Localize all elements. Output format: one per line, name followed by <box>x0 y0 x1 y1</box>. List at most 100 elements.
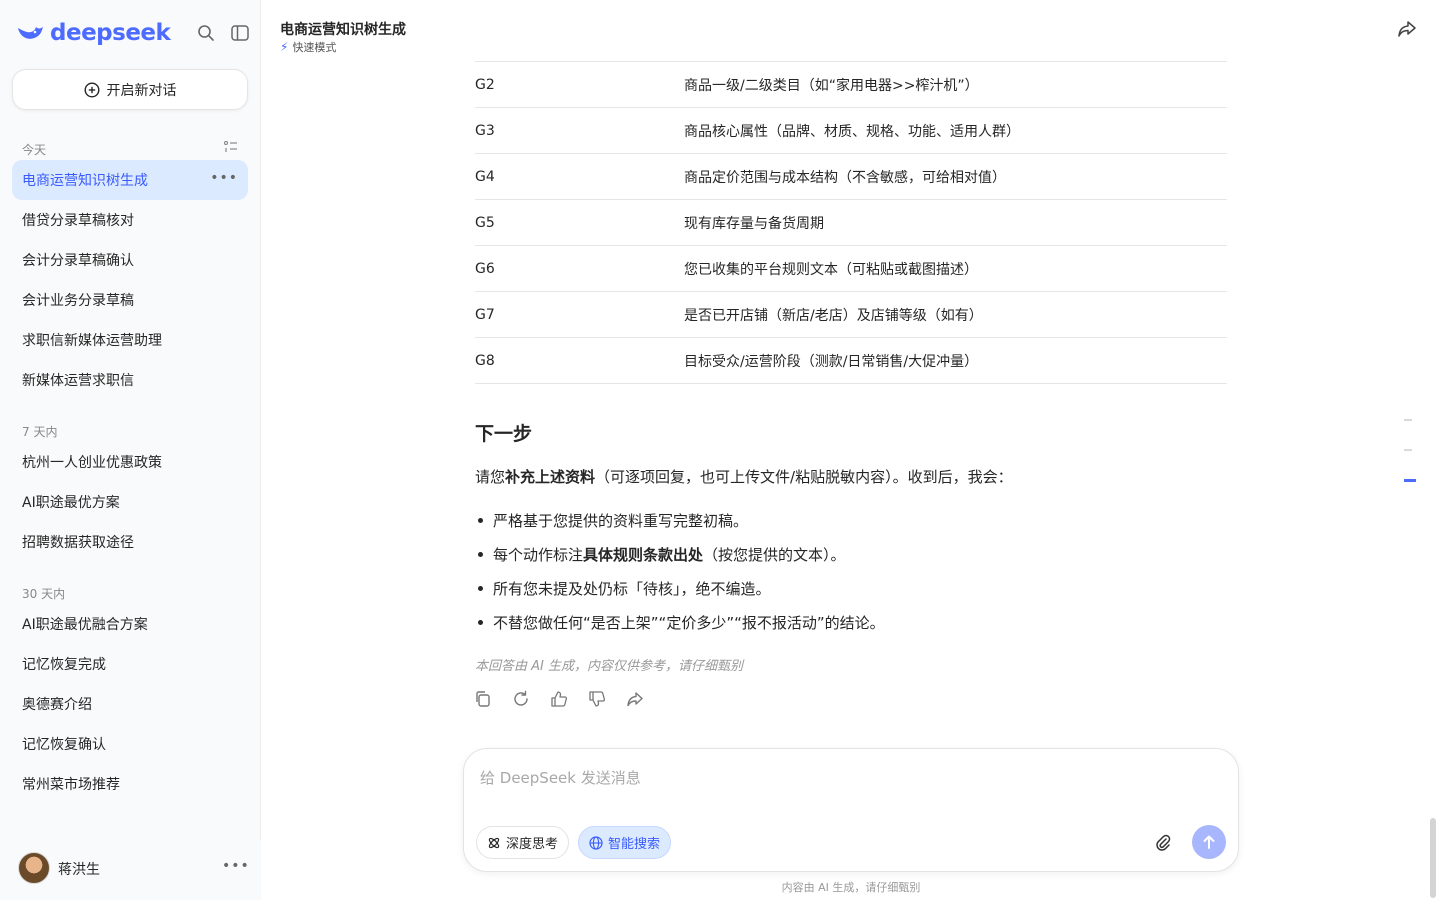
text-span: （可逐项回复，也可上传文件/粘贴脱敏内容）。收到后，我会： <box>595 468 1013 486</box>
text-span: 每个动作标注 <box>493 546 584 564</box>
group-label-7days: 7 天内 <box>22 425 58 439</box>
sidebar-item-label: 求职信新媒体运营助理 <box>22 333 162 349</box>
bold-span: 具体规则条款出处 <box>583 546 704 564</box>
send-button[interactable] <box>1192 825 1226 859</box>
deep-think-label: 深度思考 <box>506 837 559 852</box>
sidebar-toggle-icon[interactable] <box>229 22 251 44</box>
whale-icon <box>18 27 43 39</box>
smart-search-button[interactable]: 智能搜索 <box>578 826 672 859</box>
sidebar-item-label: 记忆恢复完成 <box>22 657 106 673</box>
list-item: 不替您做任何“是否上架”“定价多少”“报不报活动”的结论。 <box>475 612 885 646</box>
copy-icon[interactable] <box>474 690 492 708</box>
scroll-marker[interactable] <box>1404 449 1412 451</box>
sidebar-item-label: AI职途最优方案 <box>22 495 120 511</box>
sidebar-item-label: 杭州一人创业优惠政策 <box>22 455 162 471</box>
table-cell-id: G7 <box>475 306 495 323</box>
search-icon[interactable] <box>195 22 217 44</box>
sidebar-item-label: 常州菜市场推荐 <box>22 777 120 793</box>
smart-search-label: 智能搜索 <box>608 837 661 852</box>
sidebar-item[interactable]: AI职途最优融合方案 <box>12 604 248 644</box>
sidebar-item-label: 电商运营知识树生成 <box>22 173 148 189</box>
footer-note: 内容由 AI 生成，请仔细甄别 <box>781 881 921 894</box>
sidebar-item[interactable]: 杭州一人创业优惠政策 <box>12 442 248 482</box>
table-cell-desc: 是否已开店铺（新店/老店）及店铺等级（如有） <box>684 307 983 324</box>
new-chat-button[interactable]: 开启新对话 <box>12 69 248 110</box>
sidebar-item[interactable]: 常州菜市场推荐 <box>12 764 248 804</box>
sidebar-item-label: 招聘数据获取途径 <box>22 535 134 551</box>
text-span: 不替您做任何“是否上架”“定价多少”“报不报活动”的结论。 <box>493 614 885 632</box>
list-item: 所有您未提及处仍标「待核」，绝不编造。 <box>475 578 885 612</box>
avatar[interactable] <box>18 852 50 884</box>
arrow-up-icon <box>1203 835 1215 849</box>
page-title: 电商运营知识树生成 <box>280 22 406 38</box>
scroll-marker-active[interactable] <box>1404 479 1416 482</box>
sidebar-item[interactable]: 新媒体运营求职信 <box>12 360 248 400</box>
table-cell-id: G6 <box>475 260 495 277</box>
list-filter-icon[interactable] <box>223 138 240 154</box>
sidebar-item[interactable]: 奥德赛介绍 <box>12 684 248 724</box>
table-row: G5 现有库存量与备货周期 <box>475 200 1227 246</box>
sidebar-item-label: 会计分录草稿确认 <box>22 253 134 269</box>
sidebar-item-label: 奥德赛介绍 <box>22 697 92 713</box>
table-cell-id: G5 <box>475 214 495 231</box>
more-options-icon[interactable]: ••• <box>222 858 250 874</box>
table-cell-desc: 商品核心属性（品牌、材质、规格、功能、适用人群） <box>684 123 1020 140</box>
bullet-list: 严格基于您提供的资料重写完整初稿。 每个动作标注具体规则条款出处（按您提供的文本… <box>475 510 885 646</box>
table-row: G8 目标受众/运营阶段（测款/日常销售/大促冲量） <box>475 338 1227 384</box>
table-cell-desc: 商品一级/二级类目（如“家用电器>>榨汁机”） <box>684 77 979 94</box>
user-profile[interactable]: 蒋洪生 ••• <box>0 840 261 900</box>
globe-icon <box>589 835 603 850</box>
sidebar-item-ecommerce-tree[interactable]: 电商运营知识树生成 ••• <box>12 160 248 200</box>
brand-logo[interactable]: deepseek <box>16 20 171 46</box>
table-row: G2 商品一级/二级类目（如“家用电器>>榨汁机”） <box>475 62 1227 108</box>
sidebar-item[interactable]: 会计分录草稿确认 <box>12 240 248 280</box>
mode-badge: ⚡ 快速模式 <box>280 39 336 55</box>
message-composer: 深度思考 智能搜索 <box>463 748 1239 872</box>
paperclip-icon[interactable] <box>1154 833 1174 853</box>
more-options-icon[interactable]: ••• <box>210 170 238 186</box>
table-cell-desc: 商品定价范围与成本结构（不含敏感，可给相对值） <box>684 169 1006 186</box>
sidebar-item[interactable]: AI职途最优方案 <box>12 482 248 522</box>
message-input[interactable] <box>480 767 1220 807</box>
table-cell-id: G3 <box>475 122 495 139</box>
deep-think-button[interactable]: 深度思考 <box>476 826 570 859</box>
sidebar-item[interactable]: 借贷分录草稿核对 <box>12 200 248 240</box>
sidebar-item-label: 新媒体运营求职信 <box>22 373 134 389</box>
sidebar-item[interactable]: 求职信新媒体运营助理 <box>12 320 248 360</box>
lightning-icon: ⚡ <box>280 40 289 54</box>
thumbs-down-icon[interactable] <box>588 690 606 708</box>
new-chat-label: 开启新对话 <box>106 82 177 99</box>
text-span: （按您提供的文本）。 <box>703 546 846 564</box>
scroll-marker[interactable] <box>1404 419 1412 421</box>
sidebar-item-label: 借贷分录草稿核对 <box>22 213 134 229</box>
scrollbar[interactable] <box>1430 818 1436 898</box>
sidebar-item-label: 记忆恢复确认 <box>22 737 106 753</box>
thumbs-up-icon[interactable] <box>550 690 568 708</box>
table-cell-id: G2 <box>475 76 495 93</box>
section-heading: 下一步 <box>475 423 533 445</box>
table-row: G4 商品定价范围与成本结构（不含敏感，可给相对值） <box>475 154 1227 200</box>
text-span: 严格基于您提供的资料重写完整初稿。 <box>493 512 749 530</box>
atom-icon <box>488 837 500 848</box>
regenerate-icon[interactable] <box>512 690 530 708</box>
share-icon[interactable] <box>1397 19 1419 41</box>
table-cell-id: G4 <box>475 168 495 185</box>
plus-circle-icon <box>83 81 100 98</box>
ai-disclaimer: 本回答由 AI 生成，内容仅供参考，请仔细甄别 <box>475 659 743 674</box>
sidebar-item-label: 会计业务分录草稿 <box>22 293 134 309</box>
table-cell-desc: 您已收集的平台规则文本（可粘贴或截图描述） <box>684 261 978 278</box>
sidebar-item[interactable]: 记忆恢复完成 <box>12 644 248 684</box>
table-cell-desc: 目标受众/运营阶段（测款/日常销售/大促冲量） <box>684 353 979 370</box>
table-row: G6 您已收集的平台规则文本（可粘贴或截图描述） <box>475 246 1227 292</box>
text-span: 所有您未提及处仍标「待核」，绝不编造。 <box>493 580 771 598</box>
sidebar-item[interactable]: 记忆恢复确认 <box>12 724 248 764</box>
bold-span: 补充上述资料 <box>505 468 596 486</box>
table-row: G7 是否已开店铺（新店/老店）及店铺等级（如有） <box>475 292 1227 338</box>
text-span: 请您 <box>475 468 506 486</box>
share-icon[interactable] <box>626 690 644 708</box>
table-cell-desc: 现有库存量与备货周期 <box>684 215 824 232</box>
list-item: 每个动作标注具体规则条款出处（按您提供的文本）。 <box>475 544 885 578</box>
sidebar-item[interactable]: 会计业务分录草稿 <box>12 280 248 320</box>
message-actions <box>474 690 644 708</box>
sidebar-item[interactable]: 招聘数据获取途径 <box>12 522 248 562</box>
